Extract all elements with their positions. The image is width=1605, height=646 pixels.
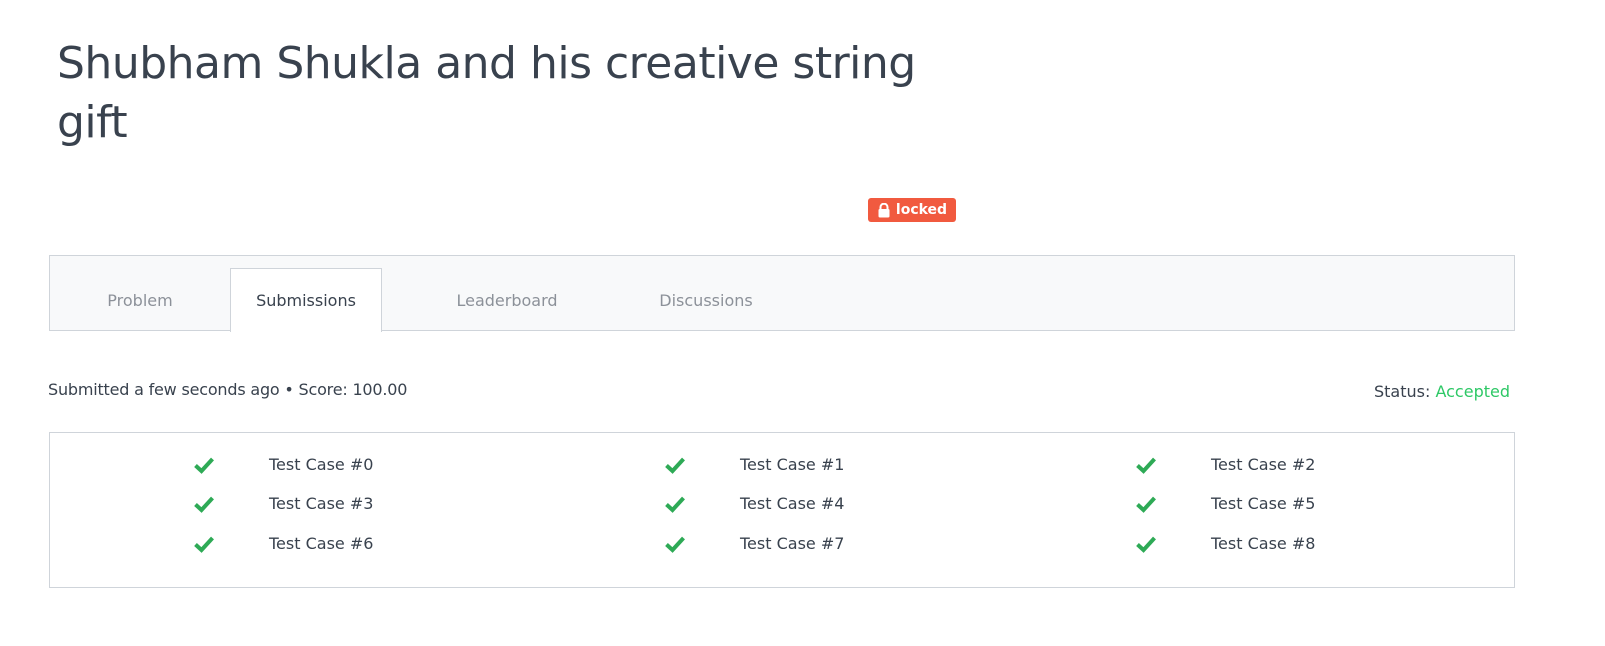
tab-leaderboard[interactable]: Leaderboard — [430, 269, 584, 332]
check-icon — [194, 496, 214, 513]
check-icon — [194, 536, 214, 553]
test-case-label: Test Case #7 — [740, 534, 845, 553]
submission-summary: Submitted a few seconds ago • Score: 100… — [48, 380, 407, 399]
test-case-label: Test Case #5 — [1211, 494, 1316, 513]
test-case-label: Test Case #8 — [1211, 534, 1316, 553]
locked-badge-label: locked — [895, 202, 948, 218]
test-case-label: Test Case #4 — [740, 494, 845, 513]
check-icon — [665, 496, 685, 513]
tab-submissions[interactable]: Submissions — [230, 268, 382, 332]
check-icon — [1136, 457, 1156, 474]
tab-bar: Problem Submissions Leaderboard Discussi… — [49, 255, 1515, 332]
score-value: 100.00 — [352, 380, 408, 399]
summary-separator: • — [284, 380, 294, 399]
check-icon — [665, 457, 685, 474]
check-icon — [194, 457, 214, 474]
submitted-time: Submitted a few seconds ago — [48, 380, 280, 399]
locked-badge: locked — [868, 198, 956, 222]
check-icon — [1136, 496, 1156, 513]
lock-icon — [878, 202, 890, 217]
test-case-label: Test Case #6 — [269, 534, 374, 553]
page-title: Shubham Shukla and his creative string g… — [57, 38, 916, 148]
check-icon — [1136, 536, 1156, 553]
check-icon — [665, 536, 685, 553]
status-label: Status: — [1374, 382, 1431, 401]
status-value: Accepted — [1435, 382, 1510, 401]
test-case-label: Test Case #0 — [269, 455, 374, 474]
test-case-label: Test Case #3 — [269, 494, 374, 513]
tab-discussions[interactable]: Discussions — [634, 269, 778, 332]
tab-problem[interactable]: Problem — [70, 269, 210, 332]
submission-status: Status: Accepted — [1374, 382, 1510, 401]
score-label: Score: — [298, 380, 348, 399]
test-case-panel: Test Case #0 Test Case #1 Test Case #2 T… — [49, 432, 1515, 588]
test-case-label: Test Case #2 — [1211, 455, 1316, 474]
test-case-label: Test Case #1 — [740, 455, 845, 474]
